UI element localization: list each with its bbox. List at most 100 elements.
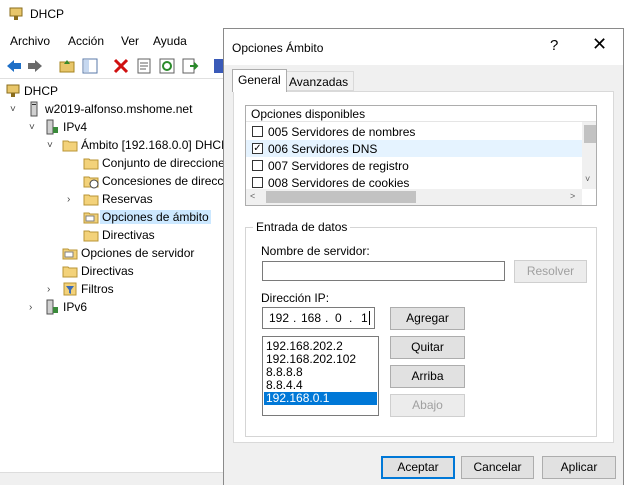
options-header: Opciones disponibles	[246, 106, 596, 122]
show-hide-tree-icon[interactable]	[81, 57, 99, 75]
dialog-title: Opciones Ámbito	[232, 41, 324, 55]
ok-button[interactable]: Aceptar	[381, 456, 455, 479]
ip-address-label: Dirección IP:	[261, 291, 330, 305]
option-checkbox[interactable]	[252, 177, 263, 188]
ip-dot: .	[325, 311, 329, 325]
option-checkbox[interactable]	[252, 126, 263, 137]
filter-icon	[63, 282, 77, 296]
ip-octet[interactable]: 0	[335, 311, 342, 325]
options-vertical-scrollbar[interactable]: ˅	[582, 122, 596, 189]
collapsed-chevron-icon[interactable]: ›	[29, 302, 32, 313]
group-title: Entrada de datos	[253, 220, 351, 234]
server-name-label: Nombre de servidor:	[261, 244, 370, 258]
ip-octet[interactable]: 1	[361, 311, 368, 325]
tree-label: Ámbito [192.168.0.0] DHCP	[81, 138, 230, 152]
tree-label: Opciones de servidor	[81, 246, 195, 260]
folder-icon	[62, 140, 78, 152]
ipv4-icon	[46, 119, 58, 135]
apply-button[interactable]: Aplicar	[542, 456, 616, 479]
cancel-button[interactable]: Cancelar	[461, 456, 534, 479]
tree-label: Reservas	[102, 192, 153, 206]
console-tree: DHCP ˅ w2019-alfonso.mshome.net ˅ IPv4 ˅…	[0, 82, 252, 477]
properties-icon[interactable]	[135, 57, 153, 75]
tree-label: Directivas	[81, 264, 134, 278]
option-label: 005 Servidores de nombres	[268, 125, 416, 139]
up-button[interactable]: Arriba	[390, 365, 465, 388]
folder-icon	[83, 158, 99, 170]
folder-icon	[83, 194, 99, 206]
refresh-icon[interactable]	[158, 57, 176, 75]
option-label: 007 Servidores de registro	[268, 159, 409, 173]
folder-options-icon	[62, 248, 78, 260]
down-button[interactable]: Abajo	[390, 394, 465, 417]
folder-icon	[62, 266, 78, 278]
scroll-left-arrow-icon[interactable]: <	[250, 191, 255, 201]
dhcp-app-icon	[9, 7, 23, 20]
ip-octet[interactable]: 168	[301, 311, 321, 325]
expanded-chevron-icon[interactable]: ˅	[10, 104, 16, 115]
ip-octet[interactable]: 192	[269, 311, 289, 325]
up-folder-icon[interactable]	[58, 57, 76, 75]
scroll-down-arrow-icon[interactable]: ˅	[585, 174, 590, 184]
scroll-thumb[interactable]	[266, 191, 416, 203]
ip-address-list[interactable]: 192.168.202.2 192.168.202.102 8.8.8.8 8.…	[262, 336, 379, 416]
ip-dot: .	[349, 311, 353, 325]
list-item-selected[interactable]: 192.168.0.1	[264, 392, 377, 405]
help-button[interactable]: ?	[550, 37, 558, 54]
available-options-list[interactable]: Opciones disponibles 005 Servidores de n…	[245, 105, 597, 206]
expanded-chevron-icon[interactable]: ˅	[47, 140, 53, 151]
tree-label: Filtros	[81, 282, 114, 296]
folder-clock-icon	[83, 176, 99, 189]
scroll-right-arrow-icon[interactable]: >	[570, 191, 575, 201]
option-label: 006 Servidores DNS	[268, 142, 378, 156]
collapsed-chevron-icon[interactable]: ›	[47, 284, 50, 295]
main-title: DHCP	[30, 7, 65, 21]
delete-icon[interactable]	[112, 57, 130, 75]
remove-button[interactable]: Quitar	[390, 336, 465, 359]
export-list-icon[interactable]	[181, 57, 199, 75]
menu-ver[interactable]: Ver	[121, 34, 139, 48]
tree-label: Directivas	[102, 228, 155, 242]
list-item[interactable]: 005 Servidores de nombres	[246, 123, 582, 140]
ip-dot: .	[293, 311, 297, 325]
back-arrow-icon[interactable]	[5, 57, 23, 75]
ip-address-input[interactable]: 192 . 168 . 0 . 1	[262, 307, 375, 329]
folder-options-icon	[83, 212, 99, 224]
tree-label: IPv6	[63, 300, 88, 314]
menu-archivo[interactable]: Archivo	[10, 34, 50, 48]
forward-arrow-icon[interactable]	[26, 57, 44, 75]
list-item[interactable]: ✓ 006 Servidores DNS	[246, 140, 582, 157]
option-checkbox[interactable]	[252, 160, 263, 171]
close-button[interactable]: ✕	[592, 34, 607, 55]
tree-label: DHCP	[24, 84, 59, 98]
add-button[interactable]: Agregar	[390, 307, 465, 330]
server-icon	[30, 101, 38, 117]
scope-options-dialog: Opciones Ámbito ? ✕ General Avanzadas Op…	[223, 28, 624, 485]
dialog-titlebar: Opciones Ámbito ? ✕	[224, 29, 623, 65]
tree-label: IPv4	[63, 120, 88, 134]
tree-horizontal-scrollbar[interactable]	[0, 472, 226, 485]
toolbar	[0, 53, 230, 79]
text-cursor	[369, 311, 370, 325]
scroll-thumb[interactable]	[584, 125, 596, 143]
menu-ayuda[interactable]: Ayuda	[153, 34, 187, 48]
tree-label: w2019-alfonso.mshome.net	[45, 102, 193, 116]
option-label: 008 Servidores de cookies	[268, 176, 410, 190]
resolve-button[interactable]: Resolver	[514, 260, 587, 283]
folder-icon	[83, 230, 99, 242]
dhcp-icon	[6, 84, 20, 97]
server-name-input[interactable]	[262, 261, 505, 281]
main-titlebar: DHCP	[0, 0, 230, 28]
option-checkbox-checked[interactable]: ✓	[252, 143, 263, 154]
tab-general[interactable]: General	[232, 69, 287, 92]
tree-label: Conjunto de direcciones	[102, 156, 231, 170]
tree-label: Opciones de ámbito	[100, 210, 211, 224]
menu-accion[interactable]: Acción	[68, 34, 104, 48]
list-item[interactable]: 007 Servidores de registro	[246, 157, 582, 174]
ipv6-icon	[46, 299, 58, 315]
menubar: Archivo Acción Ver Ayuda	[0, 31, 230, 51]
collapsed-chevron-icon[interactable]: ›	[67, 194, 70, 205]
tab-advanced[interactable]: Avanzadas	[283, 71, 355, 91]
expanded-chevron-icon[interactable]: ˅	[29, 122, 35, 133]
options-horizontal-scrollbar[interactable]: < >	[246, 189, 582, 205]
